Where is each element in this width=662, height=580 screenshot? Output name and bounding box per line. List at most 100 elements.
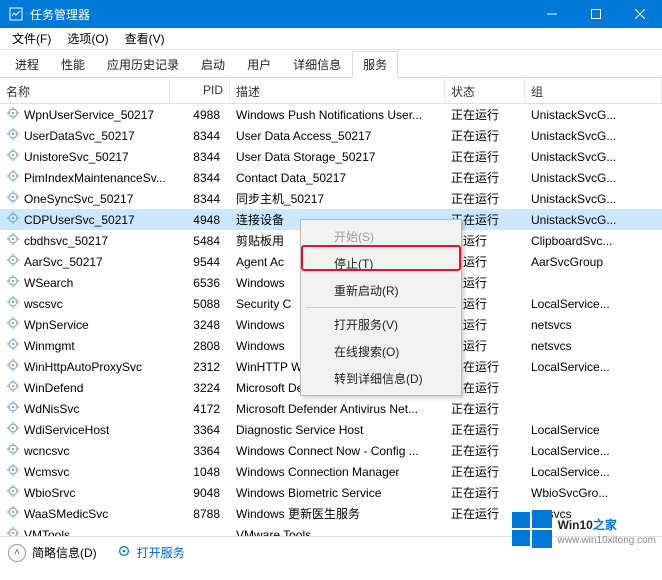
svc-desc: 同步主机_50217 [230, 190, 445, 207]
svc-name: cbdhsvc_50217 [24, 234, 108, 248]
chevron-up-icon[interactable]: ˄ [8, 544, 26, 562]
close-button[interactable] [618, 0, 662, 28]
svc-pid: 5484 [170, 234, 230, 248]
col-desc[interactable]: 描述 [230, 78, 445, 103]
tab-0[interactable]: 进程 [4, 51, 50, 78]
table-row[interactable]: WdiServiceHost 3364Diagnostic Service Hos… [0, 419, 662, 440]
svc-name: OneSyncSvc_50217 [24, 192, 133, 206]
col-group[interactable]: 组 [525, 78, 662, 103]
service-icon [6, 505, 20, 522]
service-icon [6, 337, 20, 354]
svc-name: WaaSMedicSvc [24, 507, 108, 521]
svc-group: netsvcs [525, 339, 662, 353]
svc-desc: VMware Tools [230, 528, 445, 537]
svc-status: 正在运行 [445, 127, 525, 144]
svc-name: wscsvc [24, 297, 63, 311]
tabbar: 进程性能应用历史记录启动用户详细信息服务 [0, 50, 662, 78]
ctx-stop[interactable]: 停止(T) [304, 250, 458, 277]
ctx-search-online[interactable]: 在线搜索(O) [304, 338, 458, 365]
svc-name: WpnUserService_50217 [24, 108, 154, 122]
service-icon [6, 484, 20, 501]
svc-desc: Diagnostic Service Host [230, 423, 445, 437]
svc-group: UnistackSvcG... [525, 129, 662, 143]
open-services-link[interactable]: 打开服务 [137, 544, 185, 561]
svc-name: WdNisSvc [24, 402, 79, 416]
ctx-restart[interactable]: 重新启动(R) [304, 277, 458, 304]
svc-pid: 8344 [170, 129, 230, 143]
service-icon [6, 442, 20, 459]
svc-status: 正在运行 [445, 190, 525, 207]
svc-pid: 2808 [170, 339, 230, 353]
tab-2[interactable]: 应用历史记录 [96, 51, 190, 78]
watermark-url: www.win10xitong.com [558, 535, 656, 546]
maximize-button[interactable] [574, 0, 618, 28]
col-pid[interactable]: PID [170, 78, 230, 103]
fewer-details-link[interactable]: 简略信息(D) [32, 544, 97, 561]
tab-3[interactable]: 启动 [190, 51, 236, 78]
ctx-open-services[interactable]: 打开服务(V) [304, 311, 458, 338]
svc-status: 正在运行 [445, 400, 525, 417]
svc-group: UnistackSvcG... [525, 108, 662, 122]
tab-5[interactable]: 详细信息 [282, 51, 352, 78]
menu-view[interactable]: 查看(V) [117, 28, 173, 49]
svc-group: UnistackSvcG... [525, 192, 662, 206]
svc-status: 正在运行 [445, 463, 525, 480]
svc-group: LocalService... [525, 444, 662, 458]
svc-name: CDPUserSvc_50217 [24, 213, 135, 227]
service-icon [6, 526, 20, 536]
svc-pid: 3364 [170, 423, 230, 437]
service-icon [6, 190, 20, 207]
svc-group: UnistackSvcG... [525, 171, 662, 185]
svc-group: AarSvcGroup [525, 255, 662, 269]
svc-name: WdiServiceHost [24, 423, 109, 437]
table-row[interactable]: WbioSrvc9048Windows Biometric Service正在运… [0, 482, 662, 503]
table-row[interactable]: WdNisSvc4172Microsoft Defender Antivirus… [0, 398, 662, 419]
svc-name: WinDefend [24, 381, 83, 395]
svc-pid: 8344 [170, 150, 230, 164]
service-icon [6, 358, 20, 375]
svc-group: ClipboardSvc... [525, 234, 662, 248]
svc-name: WSearch [24, 276, 73, 290]
ctx-goto-details[interactable]: 转到详细信息(D) [304, 365, 458, 392]
svc-pid: 3224 [170, 381, 230, 395]
svc-pid: 9544 [170, 255, 230, 269]
table-row[interactable]: wcncsvc3364Windows Connect Now - Config … [0, 440, 662, 461]
service-icon [6, 463, 20, 480]
col-name[interactable]: 名称 [0, 78, 170, 103]
svc-desc: Microsoft Defender Antivirus Net... [230, 402, 445, 416]
minimize-button[interactable] [530, 0, 574, 28]
table-row[interactable]: UnistoreSvc_502178344User Data Storage_5… [0, 146, 662, 167]
svc-desc: Windows Biometric Service [230, 486, 445, 500]
col-status[interactable]: 状态 [445, 78, 525, 103]
svc-group: LocalService... [525, 465, 662, 479]
menu-file[interactable]: 文件(F) [4, 28, 59, 49]
table-row[interactable]: Wcmsvc1048Windows Connection Manager正在运行… [0, 461, 662, 482]
table-row[interactable]: WpnUserService_502174988Windows Push Not… [0, 104, 662, 125]
svc-name: Winmgmt [24, 339, 75, 353]
menu-options[interactable]: 选项(O) [59, 28, 116, 49]
svc-name: UnistoreSvc_50217 [24, 150, 129, 164]
svc-name: PimIndexMaintenanceSv... [24, 171, 166, 185]
service-icon [6, 379, 20, 396]
svc-desc: Windows Push Notifications User... [230, 108, 445, 122]
svc-status: 正在运行 [445, 148, 525, 165]
svc-desc: Windows Connect Now - Config ... [230, 444, 445, 458]
table-row[interactable]: UserDataSvc_502178344User Data Access_50… [0, 125, 662, 146]
svc-desc: Windows 更新医生服务 [230, 505, 445, 522]
table-row[interactable]: OneSyncSvc_50217 8344同步主机_50217正在运行Unista… [0, 188, 662, 209]
svc-pid: 1048 [170, 465, 230, 479]
svc-pid: 9048 [170, 486, 230, 500]
ctx-start: 开始(S) [304, 223, 458, 250]
svc-status: 正在运行 [445, 442, 525, 459]
gear-icon [117, 544, 131, 561]
svc-pid: 2312 [170, 360, 230, 374]
svc-pid: 8344 [170, 192, 230, 206]
service-icon [6, 253, 20, 270]
tab-4[interactable]: 用户 [236, 51, 282, 78]
tab-6[interactable]: 服务 [352, 51, 398, 78]
service-icon [6, 106, 20, 123]
table-row[interactable]: PimIndexMaintenanceSv...8344Contact Data… [0, 167, 662, 188]
svc-name: wcncsvc [24, 444, 69, 458]
tab-1[interactable]: 性能 [50, 51, 96, 78]
taskmgr-icon [8, 6, 24, 22]
